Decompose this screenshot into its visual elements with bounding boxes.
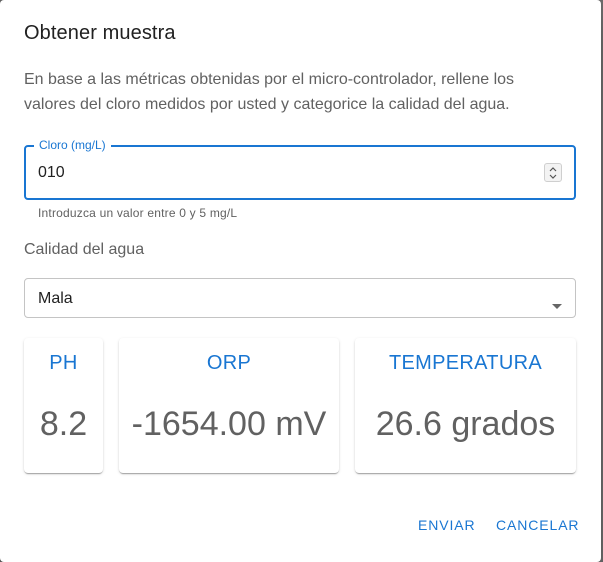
quality-label: Calidad del agua bbox=[24, 241, 145, 258]
metric-value: 26.6 grados bbox=[375, 405, 556, 443]
metric-card-ph: PH 8.2 bbox=[24, 338, 103, 473]
metric-title: PH bbox=[49, 352, 78, 374]
metric-value: 8.2 bbox=[39, 405, 88, 443]
cancel-button[interactable]: CANCELAR bbox=[496, 517, 579, 533]
sample-dialog: Obtener muestra En base a las métricas o… bbox=[0, 0, 601, 562]
chlorine-field-label: Cloro (mg/L) bbox=[34, 138, 111, 152]
submit-button[interactable]: ENVIAR bbox=[418, 517, 476, 533]
metric-title: TEMPERATURA bbox=[389, 352, 542, 374]
metric-card-temperature: TEMPERATURA 26.6 grados bbox=[355, 338, 576, 473]
chlorine-input[interactable] bbox=[38, 164, 518, 182]
dropdown-caret-icon bbox=[552, 296, 562, 314]
quality-select-value: Mala bbox=[38, 290, 73, 307]
metric-value: -1654.00 mV bbox=[131, 405, 327, 443]
chlorine-field[interactable]: Cloro (mg/L) bbox=[24, 138, 576, 200]
dialog-description: En base a las métricas obtenidas por el … bbox=[24, 71, 515, 113]
metric-title: ORP bbox=[206, 352, 252, 374]
quality-select[interactable]: Mala bbox=[24, 278, 576, 318]
dialog-title: Obtener muestra bbox=[24, 22, 176, 44]
up-down-arrows-icon[interactable] bbox=[544, 163, 562, 182]
metric-card-orp: ORP -1654.00 mV bbox=[119, 338, 339, 473]
chlorine-helper-text: Introduzca un valor entre 0 y 5 mg/L bbox=[38, 206, 238, 220]
